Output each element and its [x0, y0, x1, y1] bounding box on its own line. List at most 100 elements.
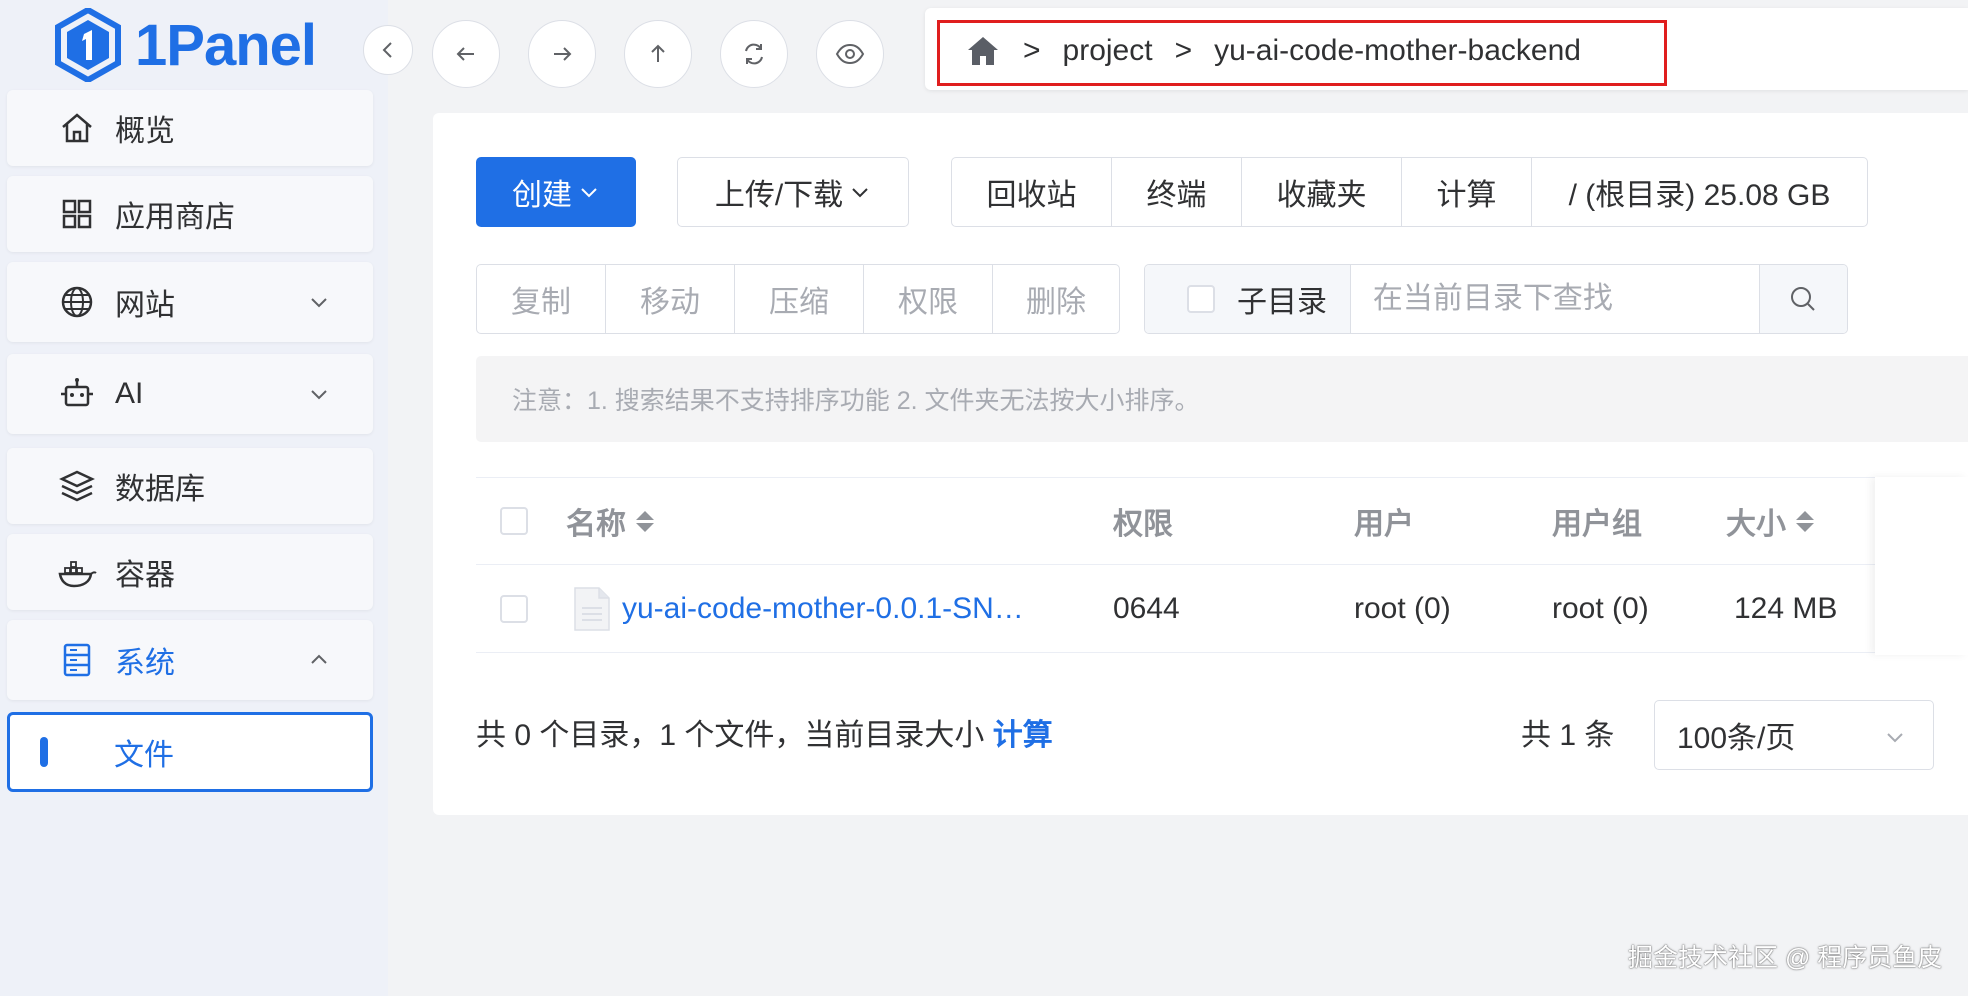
subdirectory-toggle[interactable]: 子目录	[1145, 265, 1351, 333]
chevron-down-icon	[311, 390, 327, 400]
upload-download-button[interactable]: 上传/下载	[677, 157, 909, 227]
file-actions-group: 复制 移动 压缩 权限 删除	[476, 264, 1120, 334]
terminal-button[interactable]: 终端	[1112, 158, 1242, 226]
arrow-up-icon	[651, 44, 665, 62]
total-count: 共 1 条	[1521, 719, 1615, 752]
search-notice: 注意：1. 搜索结果不支持排序功能 2. 文件夹无法按大小排序。	[476, 356, 1968, 442]
home-icon	[62, 113, 92, 143]
home-icon[interactable]	[965, 33, 1001, 69]
sidebar-item-label: 容器	[115, 559, 175, 592]
summary-text: 共 0 个目录，1 个文件，当前目录大小	[476, 719, 985, 752]
robot-icon	[61, 378, 93, 407]
sidebar-item-database[interactable]: 数据库	[7, 448, 373, 524]
calculate-button[interactable]: 计算	[1402, 158, 1532, 226]
page-size-select[interactable]: 100条/页	[1654, 700, 1934, 770]
back-button[interactable]	[432, 20, 500, 88]
sidebar-item-system[interactable]: 系统	[7, 620, 373, 700]
file-table: 名称 权限 用户 用户组 大小 yu-ai-code-mother-0.0.1-…	[476, 477, 1968, 655]
page-size-value: 100条/页	[1677, 722, 1796, 755]
sidebar-item-label: 应用商店	[115, 201, 235, 234]
create-button-label: 创建	[512, 179, 572, 212]
active-indicator	[40, 737, 48, 767]
recycle-bin-button[interactable]: 回收站	[952, 158, 1112, 226]
chevron-up-icon	[311, 654, 327, 664]
sort-icon[interactable]	[1796, 510, 1814, 532]
arrow-right-icon	[554, 47, 572, 61]
directory-summary: 共 0 个目录，1 个文件，当前目录大小 计算	[476, 710, 1053, 754]
table-row[interactable]: yu-ai-code-mother-0.0.1-SN… 0644 root (0…	[476, 565, 1968, 653]
fixed-actions-column	[1875, 477, 1968, 655]
name-column-header[interactable]: 名称	[566, 478, 654, 564]
up-directory-button[interactable]	[624, 20, 692, 88]
file-group-cell: root (0)	[1552, 591, 1649, 625]
forward-button[interactable]	[528, 20, 596, 88]
search-input[interactable]	[1350, 265, 1759, 333]
1panel-logo-icon	[55, 8, 121, 82]
copy-button[interactable]: 复制	[477, 265, 606, 333]
refresh-button[interactable]	[720, 20, 788, 88]
subdirectory-checkbox[interactable]	[1187, 285, 1215, 313]
row-select-cell	[500, 565, 528, 652]
sidebar-item-ai[interactable]: AI	[7, 354, 373, 434]
breadcrumb-segment[interactable]: yu-ai-code-mother-backend	[1214, 34, 1581, 68]
sidebar-item-label: AI	[115, 377, 144, 410]
eye-icon	[835, 43, 865, 65]
chevron-down-icon	[581, 188, 597, 198]
sidebar-item-overview[interactable]: 概览	[7, 90, 373, 166]
grid-icon	[62, 199, 92, 229]
perm-column-header: 权限	[1113, 508, 1173, 541]
chevron-down-icon	[852, 188, 868, 198]
breadcrumb-segment[interactable]: project	[1063, 34, 1153, 68]
subdirectory-label: 子目录	[1237, 286, 1327, 319]
favorites-button[interactable]: 收藏夹	[1242, 158, 1402, 226]
delete-button[interactable]: 删除	[993, 265, 1119, 333]
docker-icon	[58, 561, 97, 588]
sidebar-item-label: 概览	[115, 115, 175, 148]
move-button[interactable]: 移动	[606, 265, 735, 333]
create-button[interactable]: 创建	[476, 157, 636, 227]
breadcrumb-separator: >	[1023, 34, 1041, 67]
root-directory-size-button[interactable]: / (根目录) 25.08 GB	[1532, 158, 1867, 226]
sidebar-item-label: 网站	[115, 289, 175, 322]
globe-icon	[61, 286, 93, 318]
sidebar-item-label: 数据库	[115, 473, 205, 506]
refresh-icon	[745, 43, 763, 65]
show-hidden-button[interactable]	[816, 20, 884, 88]
size-column-header[interactable]: 大小	[1726, 478, 1814, 564]
permission-button[interactable]: 权限	[864, 265, 993, 333]
watermark: 掘金技术社区 @ 程序员鱼皮	[1628, 944, 1943, 972]
file-user-cell: root (0)	[1354, 591, 1451, 625]
sidebar-item-container[interactable]: 容器	[7, 534, 373, 610]
server-icon	[63, 643, 91, 677]
file-size-cell: 124 MB	[1734, 591, 1838, 625]
logo[interactable]: 1Panel	[55, 8, 317, 82]
upload-download-label: 上传/下载	[714, 179, 844, 212]
user-column-header: 用户	[1354, 508, 1414, 541]
column-label: 大小	[1726, 508, 1786, 541]
chevron-down-icon	[1887, 733, 1903, 743]
chevron-down-icon	[311, 298, 327, 308]
sidebar-item-app-store[interactable]: 应用商店	[7, 176, 373, 252]
file-name-cell[interactable]: yu-ai-code-mother-0.0.1-SN…	[572, 565, 1024, 652]
search-bar: 子目录	[1144, 264, 1848, 334]
sidebar: 1Panel 概览 应用商店 网站 AI 数据库 容器 系统 文件	[0, 0, 388, 996]
toolbar-button-group: 回收站 终端 收藏夹 计算 / (根目录) 25.08 GB	[951, 157, 1868, 227]
search-button[interactable]	[1758, 265, 1847, 333]
sidebar-item-website[interactable]: 网站	[7, 262, 373, 342]
logo-text: 1Panel	[135, 12, 317, 78]
file-name-link[interactable]: yu-ai-code-mother-0.0.1-SN…	[622, 592, 1024, 626]
sidebar-item-label: 文件	[114, 739, 174, 772]
calculate-size-link[interactable]: 计算	[993, 719, 1053, 752]
breadcrumb-separator: >	[1174, 34, 1193, 67]
compress-button[interactable]: 压缩	[735, 265, 864, 333]
select-all-cell	[500, 478, 528, 564]
file-perm-cell[interactable]: 0644	[1113, 565, 1180, 652]
column-label: 名称	[566, 508, 626, 541]
select-all-checkbox[interactable]	[500, 507, 528, 535]
sidebar-item-label: 系统	[115, 647, 175, 680]
sort-icon[interactable]	[636, 510, 654, 532]
sidebar-item-files[interactable]: 文件	[7, 712, 373, 792]
collapse-sidebar-button[interactable]	[363, 25, 413, 75]
chevron-left-icon	[382, 42, 392, 58]
row-checkbox[interactable]	[500, 594, 528, 623]
